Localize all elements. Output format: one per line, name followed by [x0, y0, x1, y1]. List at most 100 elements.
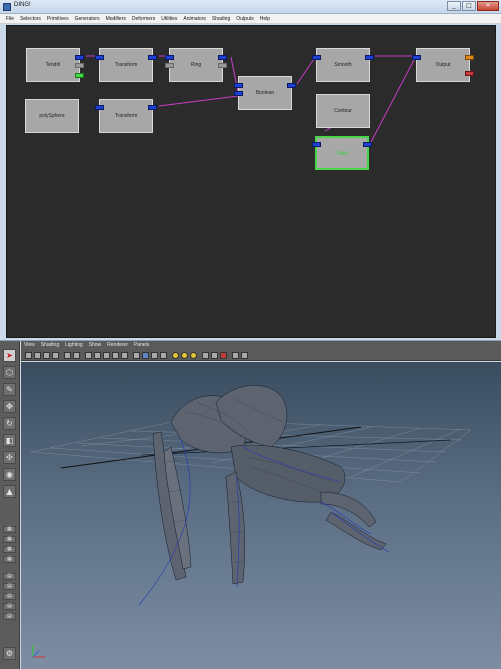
node-transform[interactable]: Transform	[95, 48, 157, 82]
output-port[interactable]	[218, 63, 227, 68]
node-label: Smooth	[334, 62, 352, 68]
output-port[interactable]	[365, 55, 374, 60]
isolate-select-icon[interactable]	[220, 352, 227, 359]
panel-menu-shading[interactable]: Shading	[41, 341, 59, 350]
layout-icon[interactable]: ▦	[3, 546, 16, 553]
move-tool-icon[interactable]: ✥	[3, 400, 16, 413]
paint-tool-icon[interactable]: ✎	[3, 383, 16, 396]
menu-file[interactable]: File	[6, 14, 14, 23]
film-gate-icon[interactable]	[73, 352, 80, 359]
panel-menu-view[interactable]: View	[24, 341, 35, 350]
input-port[interactable]	[412, 55, 421, 60]
menu-primitives[interactable]: Primitives	[47, 14, 69, 23]
input-port[interactable]	[165, 63, 174, 68]
menu-selectors[interactable]: Selectors	[20, 14, 41, 23]
node-smooth[interactable]: Smooth	[312, 48, 374, 82]
field-chart-icon[interactable]	[103, 352, 110, 359]
camera-attr-icon[interactable]	[34, 352, 41, 359]
panel-menu-show[interactable]: Show	[89, 341, 102, 350]
xray-joints-icon[interactable]	[211, 352, 218, 359]
smooth-shade-icon[interactable]	[142, 352, 149, 359]
minimize-icon[interactable]: _	[447, 1, 461, 11]
output-port[interactable]	[148, 55, 157, 60]
input-port[interactable]	[234, 91, 243, 96]
safe-action-icon[interactable]	[112, 352, 119, 359]
menu-generators[interactable]: Generators	[75, 14, 100, 23]
output-port[interactable]	[287, 83, 296, 88]
output-port[interactable]	[218, 55, 227, 60]
input-port[interactable]	[95, 105, 104, 110]
gate-mask-icon[interactable]	[94, 352, 101, 359]
node-ring[interactable]: Ring	[165, 48, 227, 82]
menu-help[interactable]: Help	[260, 14, 270, 23]
node-selected[interactable]: Shell	[312, 136, 372, 170]
soft-mod-icon[interactable]: ◉	[3, 468, 16, 481]
layout-icon[interactable]: ▤	[3, 603, 16, 610]
menu-animators[interactable]: Animators	[183, 14, 206, 23]
menu-modifiers[interactable]: Modifiers	[106, 14, 126, 23]
show-manip-icon[interactable]: ▲	[3, 485, 16, 498]
xray-icon[interactable]	[202, 352, 209, 359]
input-port[interactable]	[234, 83, 243, 88]
rotate-tool-icon[interactable]: ↻	[3, 417, 16, 430]
input-port[interactable]	[95, 55, 104, 60]
output-port[interactable]	[75, 55, 84, 60]
resolution-gate-icon[interactable]	[85, 352, 92, 359]
layout-icon[interactable]: ▤	[3, 613, 16, 620]
universal-tool-icon[interactable]: ✣	[3, 451, 16, 464]
grid-icon[interactable]	[64, 352, 71, 359]
textured-icon[interactable]	[160, 352, 167, 359]
panel-menu-bar: View Shading Lighting Show Renderer Pane…	[21, 341, 501, 350]
scale-tool-icon[interactable]: ◧	[3, 434, 16, 447]
bookmark-icon[interactable]	[43, 352, 50, 359]
output-port[interactable]	[363, 142, 372, 147]
safe-title-icon[interactable]	[121, 352, 128, 359]
camera-icon[interactable]	[25, 352, 32, 359]
layout-icon[interactable]: ▤	[3, 593, 16, 600]
shadows-icon[interactable]	[190, 352, 197, 359]
wireframe-on-shaded-icon[interactable]	[151, 352, 158, 359]
node-boolean[interactable]: Boolean	[234, 76, 296, 110]
default-light-icon[interactable]	[172, 352, 179, 359]
node-tendril[interactable]: Tendril	[26, 48, 84, 82]
output-port[interactable]	[465, 55, 474, 60]
layout-icon[interactable]: ▦	[3, 526, 16, 533]
menu-outputs[interactable]: Outputs	[236, 14, 254, 23]
menu-shading[interactable]: Shading	[212, 14, 230, 23]
script-editor-icon[interactable]: ⚙	[3, 647, 16, 660]
node-contour[interactable]: Contour	[316, 94, 370, 128]
layout-icon[interactable]: ▦	[3, 556, 16, 563]
menu-deformers[interactable]: Deformers	[132, 14, 155, 23]
layout-icon[interactable]: ▤	[3, 583, 16, 590]
output-port[interactable]	[465, 71, 474, 76]
menu-utilities[interactable]: Utilities	[161, 14, 177, 23]
output-port[interactable]	[75, 73, 84, 78]
panel-menu-lighting[interactable]: Lighting	[65, 341, 83, 350]
node-label: Transform	[114, 62, 138, 68]
all-lights-icon[interactable]	[181, 352, 188, 359]
menu-bar: File Selectors Primitives Generators Mod…	[0, 14, 501, 24]
select-tool-icon[interactable]: ➤	[3, 349, 16, 362]
wireframe-icon[interactable]	[133, 352, 140, 359]
output-port[interactable]	[75, 63, 84, 68]
input-port[interactable]	[165, 55, 174, 60]
3d-viewport[interactable]	[21, 362, 501, 669]
panel-menu-renderer[interactable]: Renderer	[107, 341, 128, 350]
node-graph[interactable]: Tendril Transform Ring Boolean Smooth Ou…	[6, 25, 496, 338]
layout-icon[interactable]: ▦	[3, 536, 16, 543]
node-output[interactable]: Output	[412, 48, 474, 82]
image-plane-icon[interactable]	[52, 352, 59, 359]
lasso-tool-icon[interactable]: ⬡	[3, 366, 16, 379]
node-label: Ring	[190, 62, 202, 68]
output-port[interactable]	[148, 105, 157, 110]
panel-menu-panels[interactable]: Panels	[134, 341, 149, 350]
node-polysphere[interactable]: polySphere	[25, 99, 79, 133]
maximize-icon[interactable]: □	[462, 1, 476, 11]
layout-icon[interactable]: ▤	[3, 573, 16, 580]
input-port[interactable]	[312, 55, 321, 60]
antialias-icon[interactable]	[241, 352, 248, 359]
close-icon[interactable]: ✕	[477, 1, 499, 11]
input-port[interactable]	[312, 142, 321, 147]
node-transform-2[interactable]: Transform	[95, 99, 157, 133]
ambient-occlusion-icon[interactable]	[232, 352, 239, 359]
